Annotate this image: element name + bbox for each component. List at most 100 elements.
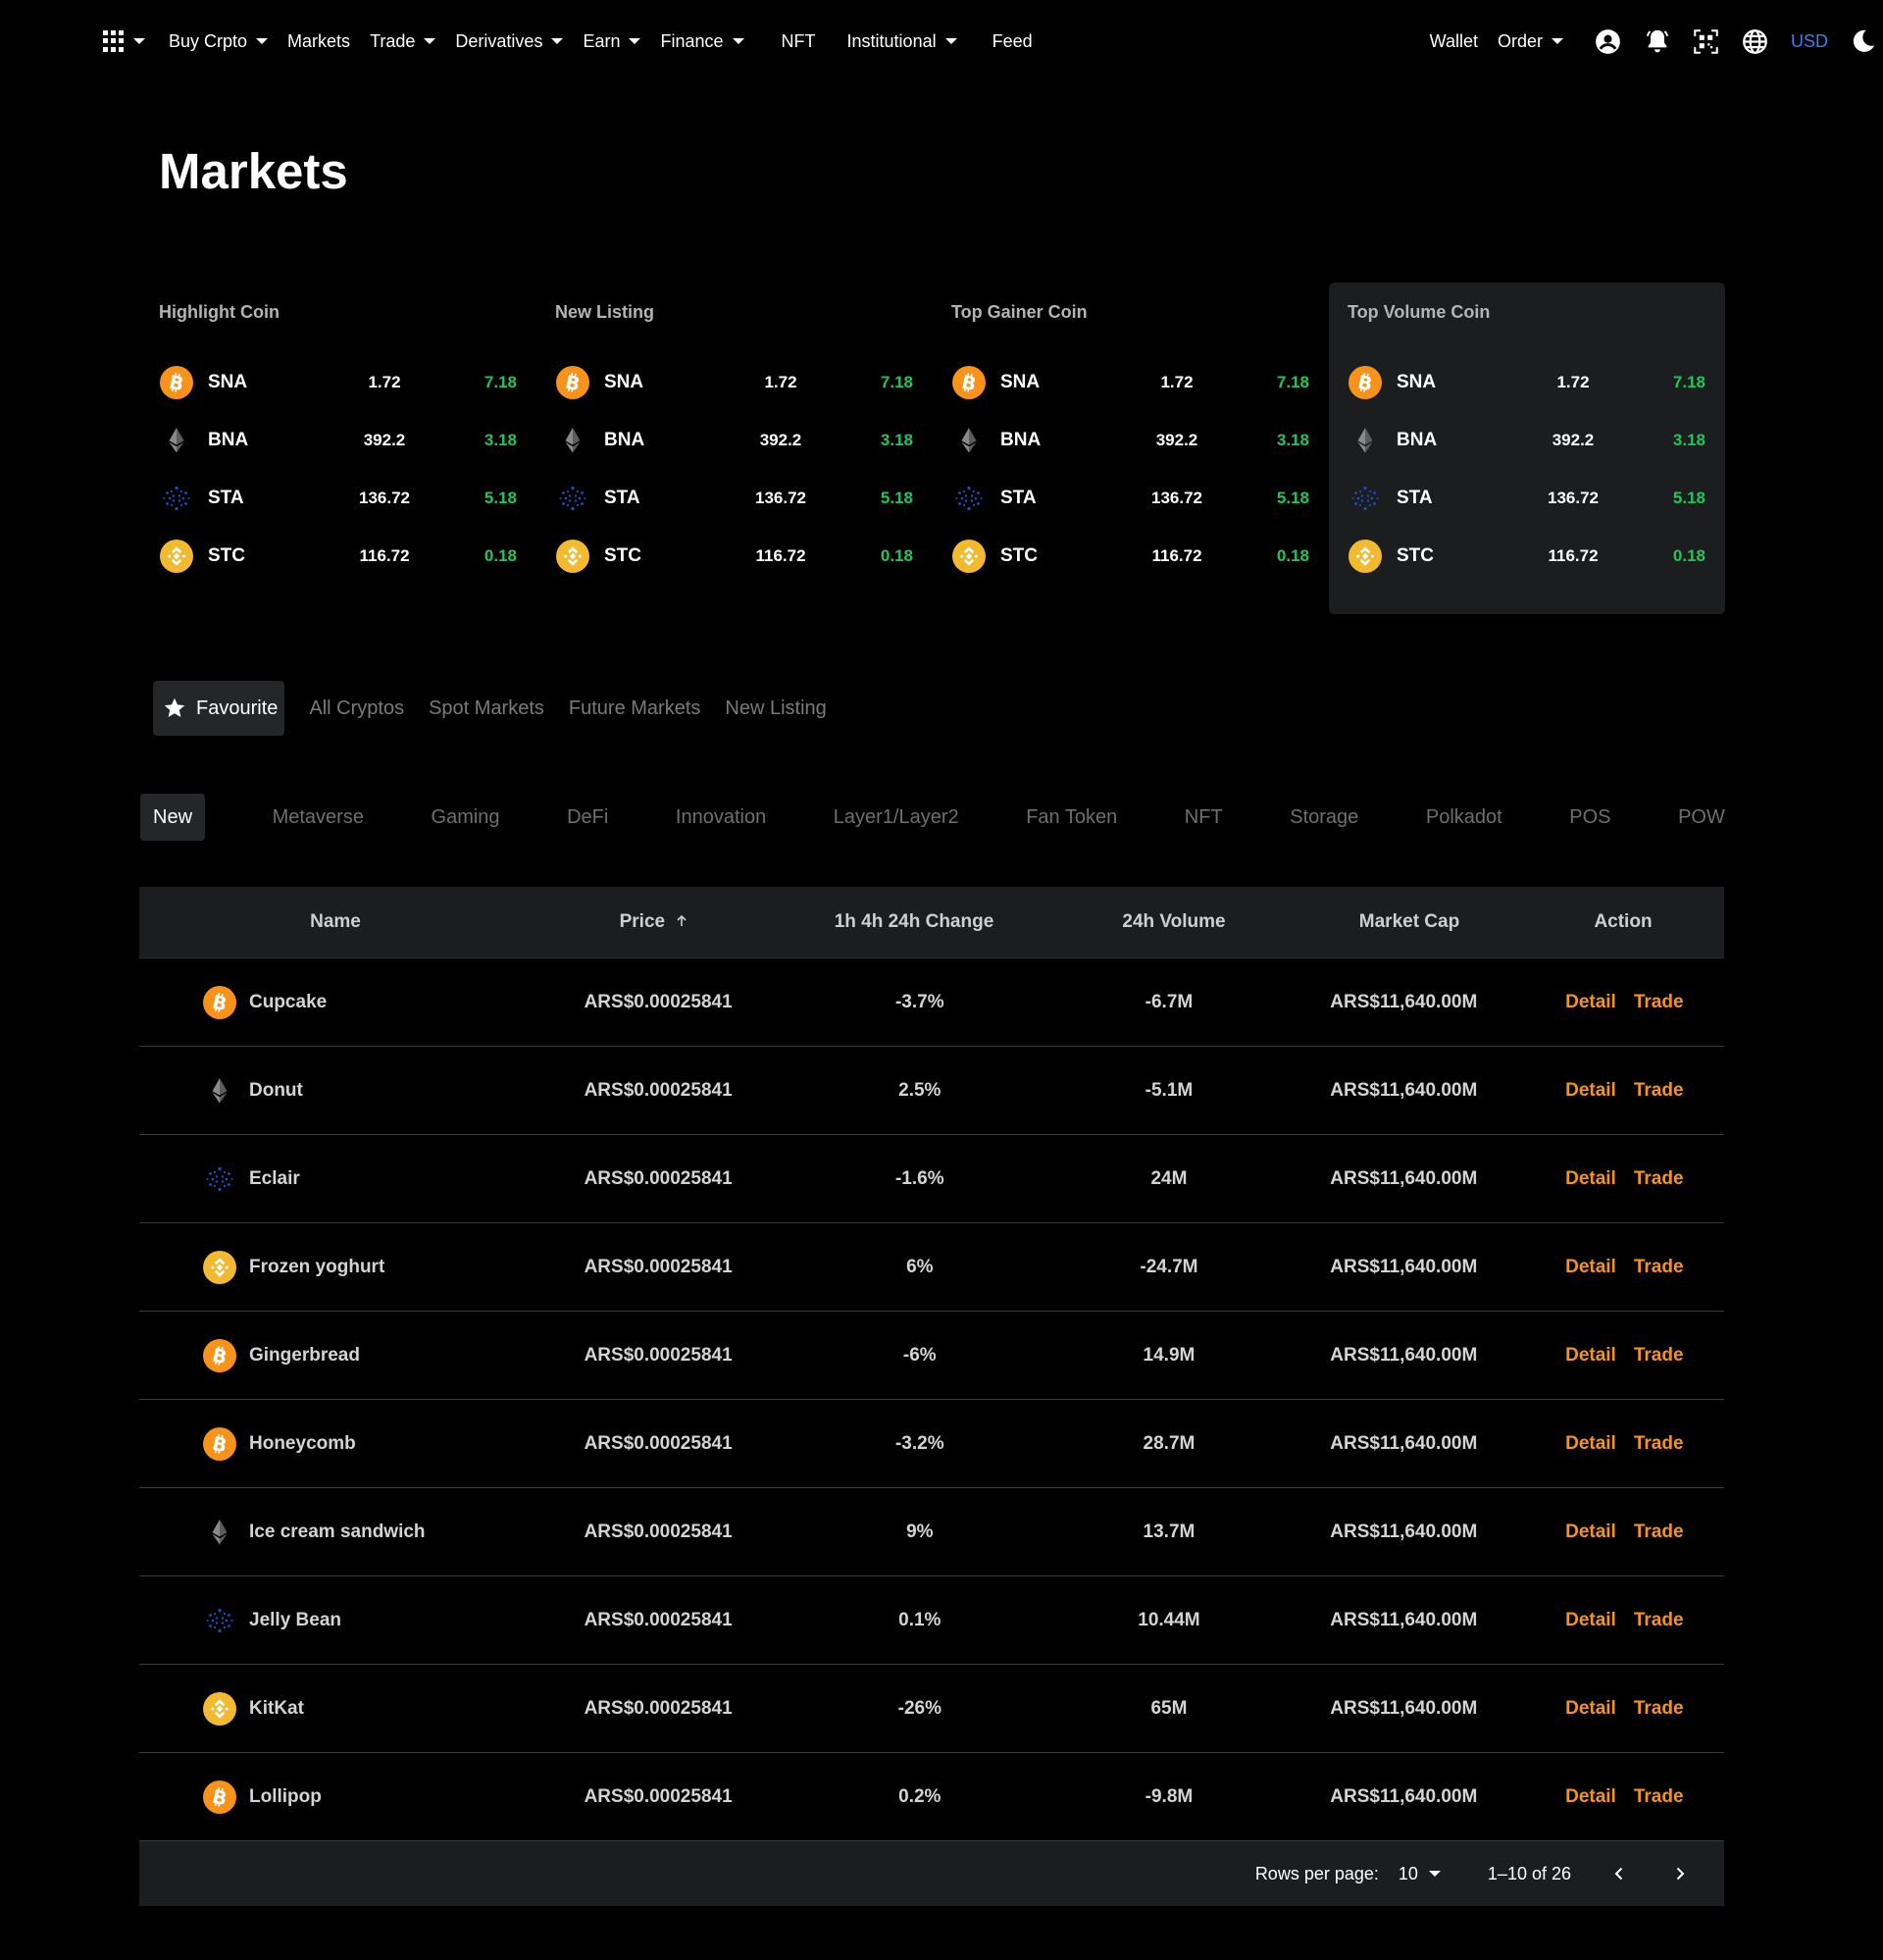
previous-page-button[interactable] <box>1604 1859 1634 1888</box>
nav-left-group: Buy Crpto Markets Trade Derivatives Earn Fina… <box>103 0 1052 82</box>
category-tab-gaming[interactable]: Gaming <box>432 806 500 829</box>
detail-link[interactable]: Detail <box>1565 1257 1616 1278</box>
nav-trade[interactable]: Trade <box>370 31 436 52</box>
coin-row[interactable]: STA 136.72 5.18 <box>159 469 517 527</box>
trade-link[interactable]: Trade <box>1634 1080 1684 1102</box>
globe-icon[interactable] <box>1742 27 1769 55</box>
category-tab-pos[interactable]: POS <box>1569 806 1610 829</box>
coin-row[interactable]: STA 136.72 5.18 <box>555 469 913 527</box>
nav-nft[interactable]: NFT <box>782 31 816 52</box>
arrow-up-icon <box>677 914 687 926</box>
coin-row[interactable]: B SNA 1.72 7.18 <box>159 353 517 411</box>
coin-row[interactable]: BNA 392.2 3.18 <box>159 411 517 469</box>
coin-row[interactable]: STA 136.72 5.18 <box>951 469 1309 527</box>
category-tab-innovation[interactable]: Innovation <box>676 806 766 829</box>
tab-new-listing[interactable]: New Listing <box>725 697 826 720</box>
coin-name: Honeycomb <box>249 1432 356 1454</box>
coin-row[interactable]: STC 116.72 0.18 <box>951 527 1309 585</box>
coin-row[interactable]: BNA 392.2 3.18 <box>951 411 1309 469</box>
card-top-gainer-coin[interactable]: Top Gainer Coin B SNA 1.72 7.18 BNA 392.2 3.18 S… <box>933 283 1329 614</box>
card-top-volume-coin[interactable]: Top Volume Coin B SNA 1.72 7.18 BNA 392.2 3.18 S… <box>1329 283 1725 614</box>
next-page-button[interactable] <box>1665 1859 1695 1888</box>
notification-bell-icon[interactable] <box>1644 27 1671 55</box>
nav-finance[interactable]: Finance <box>660 31 744 52</box>
trade-link[interactable]: Trade <box>1634 1257 1684 1278</box>
coin-change: 7.18 <box>483 372 517 391</box>
nav-buy-crpto[interactable]: Buy Crpto <box>169 31 269 52</box>
nav-derivatives[interactable]: Derivatives <box>455 30 564 52</box>
chevron-down-icon <box>551 38 564 44</box>
coin-change: 0.18 <box>1276 545 1309 565</box>
detail-link[interactable]: Detail <box>1565 1698 1616 1720</box>
coin-change: 3.18 <box>880 430 913 449</box>
qr-code-icon[interactable] <box>1693 27 1720 55</box>
account-icon[interactable] <box>1595 27 1622 55</box>
trade-link[interactable]: Trade <box>1634 1698 1684 1720</box>
trade-link[interactable]: Trade <box>1634 1168 1684 1190</box>
card-new-listing[interactable]: New Listing B SNA 1.72 7.18 BNA 392.2 3.18 STA 13… <box>536 283 933 614</box>
column-header-volume[interactable]: 24h Volume <box>1051 911 1297 933</box>
category-tab-pow[interactable]: POW <box>1678 806 1725 829</box>
detail-link[interactable]: Detail <box>1565 992 1616 1013</box>
tab-all-cryptos[interactable]: All Cryptos <box>309 697 404 720</box>
nav-derivatives-label: Derivatives <box>455 30 543 51</box>
detail-link[interactable]: Detail <box>1565 1080 1616 1102</box>
category-tab-new[interactable]: New <box>140 794 206 841</box>
coin-row[interactable]: STC 116.72 0.18 <box>555 527 913 585</box>
cell-market-cap: ARS$11,640.00M <box>1330 1609 1478 1630</box>
column-header-name[interactable]: Name <box>139 911 532 933</box>
rows-per-page-value: 10 <box>1398 1863 1418 1883</box>
category-tab-storage[interactable]: Storage <box>1290 806 1358 829</box>
wallet-link[interactable]: Wallet <box>1430 31 1478 52</box>
detail-link[interactable]: Detail <box>1565 1433 1616 1455</box>
trade-link[interactable]: Trade <box>1634 992 1684 1013</box>
coin-row[interactable]: STA 136.72 5.18 <box>1348 469 1705 527</box>
coin-row[interactable]: BNA 392.2 3.18 <box>1348 411 1705 469</box>
coin-row[interactable]: B SNA 1.72 7.18 <box>951 353 1309 411</box>
coin-row[interactable]: STC 116.72 0.18 <box>1348 527 1705 585</box>
category-tab-nft[interactable]: NFT <box>1185 806 1223 829</box>
coin-change: 5.18 <box>880 488 913 507</box>
tab-future-markets[interactable]: Future Markets <box>569 697 700 720</box>
column-header-change[interactable]: 1h 4h 24h Change <box>777 911 1051 933</box>
cell-market-cap: ARS$11,640.00M <box>1330 1167 1478 1189</box>
card-highlight-coin[interactable]: Highlight Coin B SNA 1.72 7.18 BNA 392.2 3.18 ST… <box>140 283 536 614</box>
coin-symbol: STA <box>1000 487 1037 508</box>
column-header-market-cap[interactable]: Market Cap <box>1297 911 1522 933</box>
coin-row[interactable]: BNA 392.2 3.18 <box>555 411 913 469</box>
tab-favourite[interactable]: Favourite <box>153 681 285 736</box>
nav-earn[interactable]: Earn <box>583 31 641 52</box>
tab-spot-markets-label: Spot Markets <box>429 696 544 719</box>
category-tab-defi[interactable]: DeFi <box>567 806 608 829</box>
trade-link[interactable]: Trade <box>1634 1345 1684 1367</box>
apps-menu-button[interactable] <box>103 30 145 52</box>
category-tab-fan-token[interactable]: Fan Token <box>1026 806 1117 829</box>
nav-institutional[interactable]: Institutional <box>847 31 957 52</box>
currency-selector[interactable]: USD <box>1791 31 1828 52</box>
nav-feed[interactable]: Feed <box>992 31 1033 52</box>
category-tab-layer1-layer2[interactable]: Layer1/Layer2 <box>834 806 959 829</box>
detail-link[interactable]: Detail <box>1565 1786 1616 1808</box>
coin-row[interactable]: B SNA 1.72 7.18 <box>1348 353 1705 411</box>
detail-link[interactable]: Detail <box>1565 1522 1616 1543</box>
binance-icon <box>951 539 987 574</box>
coin-row[interactable]: STC 116.72 0.18 <box>159 527 517 585</box>
detail-link[interactable]: Detail <box>1565 1610 1616 1631</box>
trade-link[interactable]: Trade <box>1634 1433 1684 1455</box>
order-menu[interactable]: Order <box>1498 31 1563 52</box>
dark-mode-moon-icon[interactable] <box>1850 27 1877 55</box>
rows-per-page-select[interactable]: 10 <box>1399 1864 1441 1884</box>
category-tab-polkadot[interactable]: Polkadot <box>1426 806 1502 829</box>
nav-markets[interactable]: Markets <box>287 31 350 52</box>
category-tab-metaverse[interactable]: Metaverse <box>273 806 364 829</box>
detail-link[interactable]: Detail <box>1565 1168 1616 1190</box>
detail-link[interactable]: Detail <box>1565 1345 1616 1367</box>
column-header-price[interactable]: Price <box>532 911 777 933</box>
tab-spot-markets[interactable]: Spot Markets <box>429 697 544 720</box>
trade-link[interactable]: Trade <box>1634 1610 1684 1631</box>
trade-link[interactable]: Trade <box>1634 1522 1684 1543</box>
cell-name: B Cupcake <box>139 985 528 1020</box>
coin-row[interactable]: B SNA 1.72 7.18 <box>555 353 913 411</box>
trade-link[interactable]: Trade <box>1634 1786 1684 1808</box>
cell-action: Detail Trade <box>1525 1786 1724 1808</box>
